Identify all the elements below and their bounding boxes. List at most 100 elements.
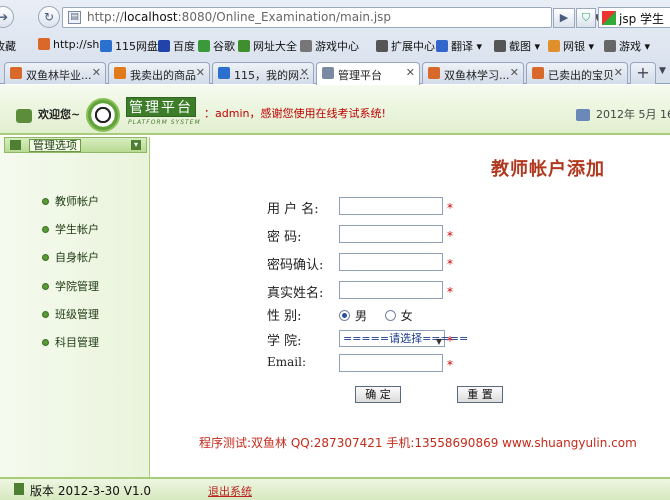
gender-female-radio[interactable] (384, 310, 396, 321)
sidebar-item-label: 学生帐户 (55, 223, 99, 236)
required-mark: * (447, 358, 453, 372)
tab-bar: 双鱼林毕业... ✕ 我卖出的商品 ✕ 115，我的网... ✕ 管理平台 ✕ … (0, 60, 670, 85)
sidebar-item-student-account[interactable]: 学生帐户 (42, 221, 99, 237)
logo-title: 管理平台 (126, 97, 196, 117)
sidebar-item-label: 自身帐户 (55, 251, 99, 264)
close-icon[interactable]: ✕ (614, 66, 623, 79)
reload-button[interactable]: ▶ (553, 8, 575, 28)
required-mark: * (447, 257, 453, 271)
user-icon (16, 109, 32, 123)
search-text: jsp 学生 (619, 12, 665, 26)
tab-label: 115，我的网... (234, 69, 310, 82)
developer-info: 程序测试:双鱼林 QQ:287307421 手机:13558690869 www… (199, 436, 637, 450)
gender-female-label: 女 (400, 309, 413, 323)
refresh-icon[interactable]: ↻ (38, 6, 60, 28)
logo-icon (86, 98, 120, 132)
submit-button[interactable]: 确 定 (355, 386, 401, 403)
shield-icon[interactable]: ⛉ (576, 8, 596, 28)
sidebar-item-subject-management[interactable]: 科目管理 (42, 334, 99, 350)
new-tab-button[interactable]: + (630, 62, 656, 84)
bookmark-icon (198, 40, 210, 52)
bank-icon (548, 40, 560, 52)
bookmark-item[interactable]: 截图 ▾ (494, 38, 540, 54)
tab-icon (114, 67, 126, 79)
reset-button[interactable]: 重 置 (457, 386, 503, 403)
bookmark-item[interactable]: http://sh (38, 38, 99, 51)
bookmark-item[interactable]: 百度 (158, 38, 195, 54)
main-content: 教师帐户添加 用 户 名: * 密 码: * 密码确认: * 真实姓名: * 性… (151, 137, 670, 477)
password-field[interactable] (339, 225, 443, 243)
sidebar-item-college-management[interactable]: 学院管理 (42, 278, 99, 294)
collapse-icon[interactable]: ▾ (131, 140, 141, 150)
real-name-label: 真实姓名: (267, 286, 324, 301)
gender-male-label: 男 (355, 309, 368, 323)
forward-button[interactable]: ➔ (0, 6, 14, 28)
tab-list-icon[interactable]: ▼ (659, 66, 666, 76)
sidebar-item-class-management[interactable]: 班级管理 (42, 306, 99, 322)
bookmark-item[interactable]: 扩展中心 (376, 38, 435, 54)
gamepad-icon (300, 40, 312, 52)
sidebar-header: 管理选项 ▾ (4, 137, 147, 153)
sidebar-item-label: 班级管理 (55, 308, 99, 321)
url-prefix: http:// (87, 10, 124, 24)
bookmark-icon (238, 40, 250, 52)
browser-tab[interactable]: 双鱼林学习... ✕ (422, 62, 524, 84)
bookmark-item[interactable]: 翻译 ▾ (436, 38, 482, 54)
chevron-down-icon: ▼ (435, 337, 442, 346)
browser-tab-active[interactable]: 管理平台 ✕ (316, 62, 420, 85)
sidebar-item-teacher-account[interactable]: 教师帐户 (42, 193, 99, 209)
close-icon[interactable]: ✕ (300, 66, 309, 79)
welcome-text: 欢迎您~ (38, 108, 81, 121)
bookmark-item[interactable]: 游戏 ▾ (604, 38, 650, 54)
address-bar[interactable]: ▤ http://localhost:8080/Online_Examinati… (62, 7, 601, 28)
real-name-field[interactable] (339, 281, 443, 299)
required-mark: * (447, 201, 453, 215)
bookmark-item[interactable]: 网址大全 (238, 38, 297, 54)
username-label: 用 户 名: (267, 202, 319, 217)
tab-icon (532, 67, 544, 79)
game-icon (604, 40, 616, 52)
gender-male-radio[interactable] (339, 310, 350, 321)
bookmark-item[interactable]: 谷歌 (198, 38, 235, 54)
bookmark-item[interactable]: 游戏中心 (300, 38, 359, 54)
page-title: 教师帐户添加 (491, 159, 605, 180)
tab-label: 已卖出的宝贝 (548, 69, 614, 82)
translate-icon (436, 40, 448, 52)
sidebar-item-label: 学院管理 (55, 280, 99, 293)
close-icon[interactable]: ✕ (196, 66, 205, 79)
sidebar-item-own-account[interactable]: 自身帐户 (42, 249, 99, 265)
email-field[interactable] (339, 354, 443, 372)
url-host: localhost (123, 10, 178, 24)
username-field[interactable] (339, 197, 443, 215)
logout-link[interactable]: 退出系统 (208, 483, 252, 499)
tab-icon (10, 67, 22, 79)
app-header: 欢迎您~ 管理平台 PLATFORM SYSTEM ：admin，感谢您使用在线… (0, 85, 670, 135)
bullet-icon (42, 226, 49, 233)
search-engine-icon (602, 11, 616, 25)
tab-label: 我卖出的商品 (130, 69, 196, 82)
url-path: :8080/Online_Examination/main.jsp (177, 10, 392, 24)
close-icon[interactable]: ✕ (510, 66, 519, 79)
search-box[interactable]: jsp 学生 (598, 7, 670, 28)
panel-icon (10, 140, 21, 150)
college-select[interactable]: =====请选择===== ▼ (339, 330, 468, 347)
tab-icon (428, 67, 440, 79)
required-mark: * (447, 334, 453, 348)
password-label: 密 码: (267, 230, 302, 245)
browser-tab[interactable]: 115，我的网... ✕ (212, 62, 314, 84)
gender-radio-group: 男 女 (339, 307, 413, 324)
required-mark: * (447, 285, 453, 299)
browser-tab[interactable]: 已卖出的宝贝 ✕ (526, 62, 628, 84)
browser-tab[interactable]: 双鱼林毕业... ✕ (4, 62, 106, 84)
close-icon[interactable]: ✕ (92, 66, 101, 79)
page-icon: ▤ (68, 11, 81, 24)
bookmark-item[interactable]: 115网盘 (100, 38, 158, 54)
bookmark-item[interactable]: 收藏 (0, 38, 16, 54)
bullet-icon (42, 198, 49, 205)
confirm-password-field[interactable] (339, 253, 443, 271)
close-icon[interactable]: ✕ (406, 66, 415, 79)
gender-label: 性 别: (267, 309, 302, 324)
tab-label: 双鱼林学习... (444, 69, 510, 82)
bookmark-item[interactable]: 网银 ▾ (548, 38, 594, 54)
browser-tab[interactable]: 我卖出的商品 ✕ (108, 62, 210, 84)
